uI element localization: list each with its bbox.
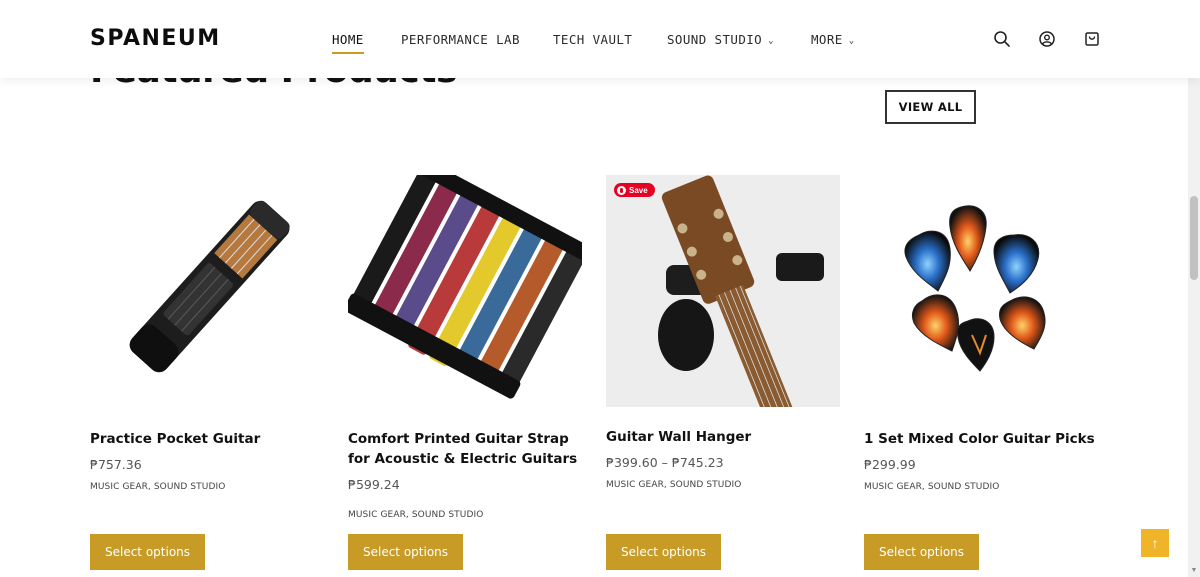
- save-label: Save: [629, 185, 648, 195]
- scrollbar-thumb[interactable]: [1190, 196, 1198, 280]
- product-categories[interactable]: MUSIC GEAR, SOUND STUDIO: [864, 482, 1098, 492]
- product-title[interactable]: Guitar Wall Hanger: [606, 427, 840, 447]
- product-image-guitar-wall-hanger[interactable]: Save: [606, 175, 840, 407]
- select-options-button[interactable]: Select options: [90, 534, 205, 570]
- nav-item-tech-vault[interactable]: TECH VAULT: [553, 32, 632, 47]
- nav-item-more[interactable]: MORE ⌄: [811, 32, 855, 47]
- cart-icon[interactable]: [1083, 30, 1101, 48]
- nav-item-sound-studio[interactable]: SOUND STUDIO ⌄: [667, 32, 774, 47]
- select-options-button[interactable]: Select options: [606, 534, 721, 570]
- product-title[interactable]: Comfort Printed Guitar Strap for Acousti…: [348, 429, 582, 469]
- nav-item-home[interactable]: HOME: [332, 32, 364, 54]
- scroll-down-arrow-icon[interactable]: ▼: [1188, 565, 1200, 577]
- nav-item-label: PERFORMANCE LAB: [401, 32, 520, 47]
- nav-item-label: HOME: [332, 32, 364, 47]
- product-title[interactable]: 1 Set Mixed Color Guitar Picks: [864, 429, 1098, 449]
- product-card: Practice Pocket Guitar ₱757.36 MUSIC GEA…: [90, 175, 324, 570]
- nav-item-performance-lab[interactable]: PERFORMANCE LAB: [401, 32, 520, 47]
- page-scrollbar[interactable]: ▲ ▼: [1188, 0, 1200, 577]
- nav-item-label: TECH VAULT: [553, 32, 633, 47]
- product-categories[interactable]: MUSIC GEAR, SOUND STUDIO: [348, 510, 582, 520]
- product-card: Comfort Printed Guitar Strap for Acousti…: [348, 175, 582, 570]
- site-header: SPANEUM HOME PERFORMANCE LAB TECH VAULT …: [0, 0, 1200, 78]
- product-price: ₱599.24: [348, 477, 400, 492]
- select-options-button[interactable]: Select options: [348, 534, 463, 570]
- pinterest-icon: [617, 185, 626, 195]
- product-image-pocket-guitar[interactable]: [90, 175, 324, 407]
- product-title[interactable]: Practice Pocket Guitar: [90, 429, 324, 449]
- product-image-guitar-picks[interactable]: [864, 175, 1098, 407]
- view-all-button[interactable]: VIEW ALL: [885, 90, 976, 124]
- chevron-down-icon: ⌄: [768, 36, 774, 46]
- nav-item-label: MORE: [811, 32, 843, 47]
- chevron-down-icon: ⌄: [848, 36, 855, 46]
- select-options-button[interactable]: Select options: [864, 534, 979, 570]
- site-logo[interactable]: SPANEUM: [90, 26, 221, 51]
- product-card: 1 Set Mixed Color Guitar Picks ₱299.99 M…: [864, 175, 1098, 570]
- product-price: ₱757.36: [90, 457, 142, 472]
- product-categories[interactable]: MUSIC GEAR, SOUND STUDIO: [90, 482, 324, 492]
- product-categories[interactable]: MUSIC GEAR, SOUND STUDIO: [606, 480, 840, 490]
- product-price: ₱299.99: [864, 457, 916, 472]
- product-card: Save Guitar Wall Hanger ₱399.60 – ₱745.2…: [606, 175, 840, 570]
- product-price: ₱399.60 – ₱745.23: [606, 455, 724, 470]
- product-image-guitar-strap[interactable]: [348, 175, 582, 407]
- pinterest-save-button[interactable]: Save: [614, 183, 655, 197]
- arrow-up-icon: ↑: [1151, 535, 1159, 551]
- user-icon[interactable]: [1038, 30, 1056, 48]
- nav-item-label: SOUND STUDIO: [667, 32, 763, 47]
- scroll-to-top-button[interactable]: ↑: [1141, 529, 1169, 557]
- search-icon[interactable]: [993, 30, 1011, 48]
